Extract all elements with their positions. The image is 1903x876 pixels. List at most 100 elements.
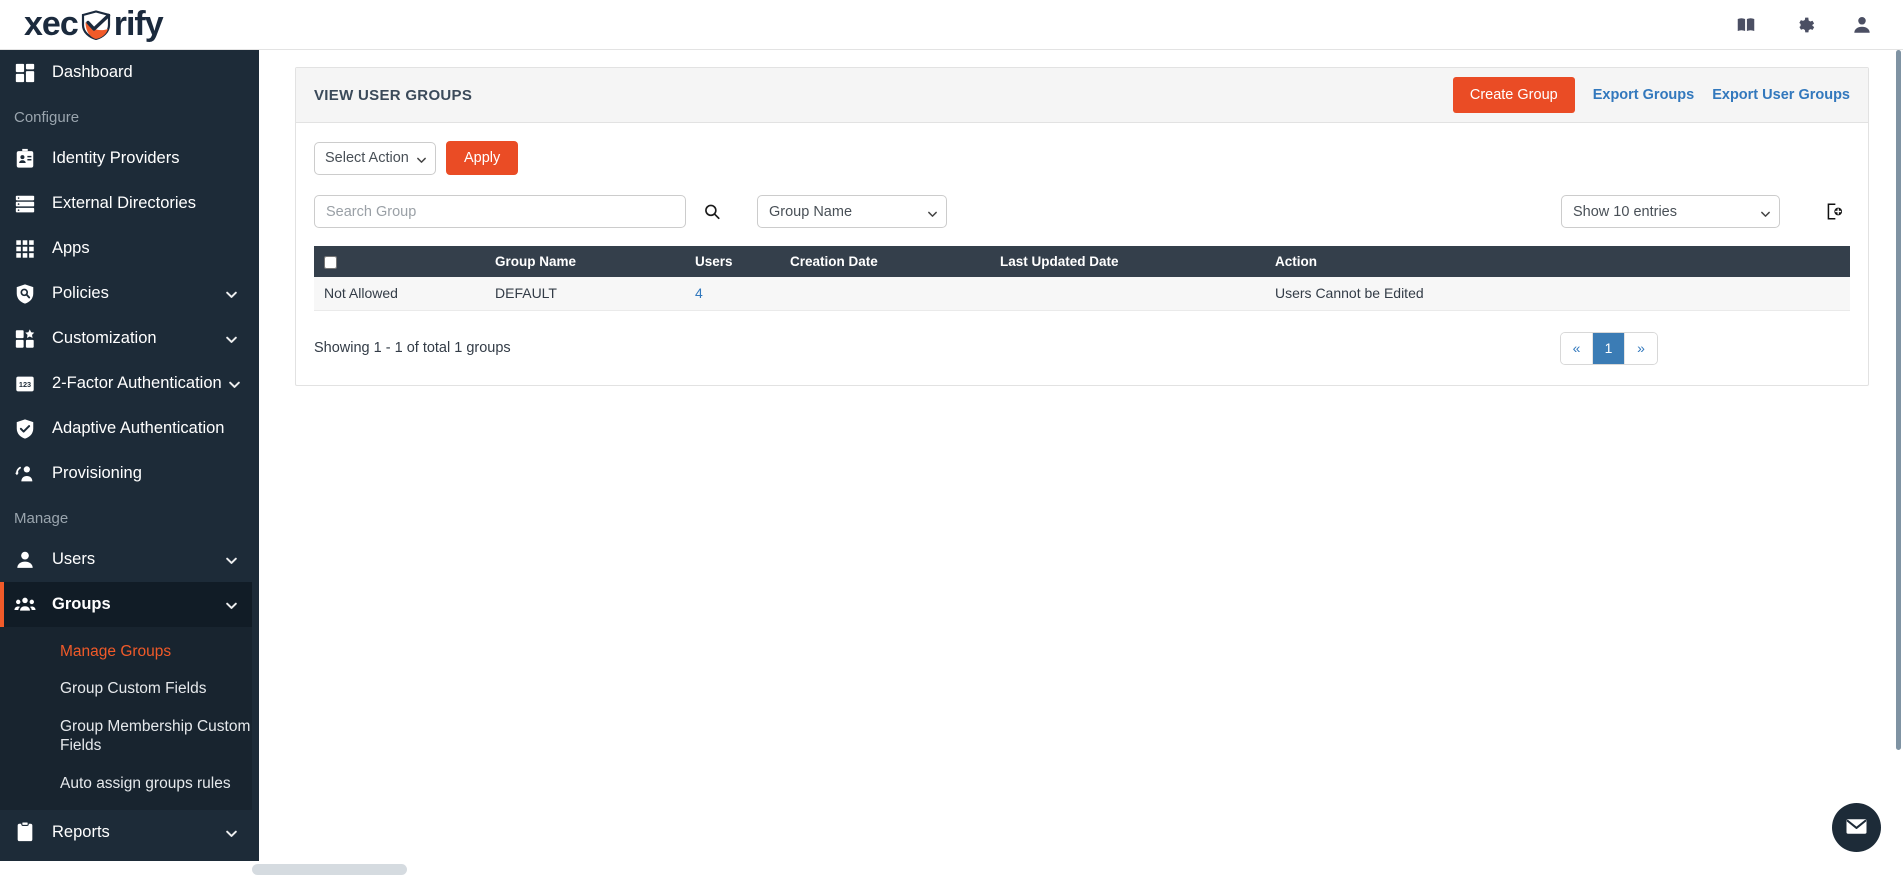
sidebar-item-external-directories[interactable]: External Directories [0, 181, 252, 226]
card-header: VIEW USER GROUPS Create Group Export Gro… [296, 68, 1868, 123]
header-last-updated-date[interactable]: Last Updated Date [994, 246, 1269, 277]
sidebar-item-policies[interactable]: Policies [0, 271, 252, 316]
sidebar-subitem-group-membership-custom-fields[interactable]: Group Membership Custom Fields [0, 708, 252, 765]
dashboard-icon [14, 62, 36, 84]
brand-logo[interactable]: xec rify [24, 5, 164, 44]
showing-entries-text: Showing 1 - 1 of total 1 groups [314, 340, 511, 356]
shield-check-icon [79, 9, 113, 40]
sidebar-item-provisioning[interactable]: Provisioning [0, 451, 252, 496]
shield-check-icon [14, 418, 36, 440]
provisioning-icon [14, 463, 36, 485]
policy-shield-icon [14, 283, 36, 305]
sidebar-item-identity-providers[interactable]: Identity Providers [0, 136, 252, 181]
search-input[interactable] [314, 195, 686, 228]
row-users-link[interactable]: 4 [695, 285, 703, 301]
sidebar-item-customization[interactable]: Customization [0, 316, 252, 361]
row-select-state: Not Allowed [314, 277, 489, 311]
row-users-cell: 4 [689, 277, 784, 311]
select-action-wrapper: Select Action [314, 141, 436, 175]
sidebar-item-adaptive-authentication[interactable]: Adaptive Authentication [0, 406, 252, 451]
sidebar-item-apps[interactable]: Apps [0, 226, 252, 271]
sidebar-subitem-auto-assign-groups-rules[interactable]: Auto assign groups rules [0, 765, 252, 802]
row-group-name: DEFAULT [489, 277, 689, 311]
chevron-down-icon [228, 377, 241, 390]
chevron-down-icon [225, 332, 238, 345]
apply-button[interactable]: Apply [446, 141, 519, 175]
sidebar-item-2factor-authentication[interactable]: 123 2-Factor Authentication [0, 361, 252, 406]
filter-toolbar: Group Name Show 10 entries [314, 195, 1850, 228]
sidebar-item-label: Identity Providers [52, 149, 180, 167]
sidebar-item-label: Dashboard [52, 63, 133, 81]
sidebar-item-dashboard[interactable]: Dashboard [0, 50, 252, 95]
gear-icon[interactable] [1793, 14, 1815, 36]
sidebar-item-label: Users [52, 550, 96, 568]
sidebar-item-groups[interactable]: Groups [0, 582, 252, 627]
sidebar-subitem-group-custom-fields[interactable]: Group Custom Fields [0, 670, 252, 707]
chevron-down-icon [225, 598, 238, 611]
header-group-name[interactable]: Group Name [489, 246, 689, 277]
chevron-down-icon [225, 287, 238, 300]
select-all-checkbox[interactable] [324, 255, 337, 269]
sidebar-item-label: External Directories [52, 194, 196, 212]
directory-list-icon [14, 193, 36, 215]
pagination-page-1[interactable]: 1 [1593, 332, 1625, 364]
chevron-down-icon [225, 553, 238, 566]
pagination: « 1 » [1560, 331, 1658, 365]
sidebar-item-reports[interactable]: Reports [0, 810, 252, 855]
numeric-123-icon: 123 [14, 373, 36, 395]
profile-icon[interactable] [1851, 14, 1873, 36]
sidebar-scrollbar[interactable] [1896, 50, 1901, 750]
id-badge-icon [14, 148, 36, 170]
header-action[interactable]: Action [1269, 246, 1850, 277]
sidebar-item-label: Policies [52, 284, 109, 302]
brand-name-part1: xec [24, 5, 79, 43]
card-body: Select Action Apply Group Name [296, 123, 1868, 385]
apps-grid-icon [14, 238, 36, 260]
envelope-icon [1844, 814, 1869, 842]
header-users[interactable]: Users [689, 246, 784, 277]
header-creation-date[interactable]: Creation Date [784, 246, 994, 277]
show-entries-dropdown[interactable]: Show 10 entries [1561, 195, 1780, 228]
group-users-icon [14, 594, 36, 616]
sidebar-item-label: Provisioning [52, 464, 142, 482]
sidebar-item-users[interactable]: Users [0, 537, 252, 582]
sidebar-section-manage: Manage [14, 510, 69, 527]
show-entries-wrapper: Show 10 entries [1561, 195, 1780, 228]
horizontal-scrollbar-thumb[interactable] [252, 864, 407, 875]
brand-name-part2: rify [113, 5, 164, 43]
action-toolbar: Select Action Apply [314, 141, 1850, 175]
sidebar-item-label: Groups [52, 595, 111, 613]
sidebar-section-configure: Configure [14, 109, 80, 126]
page-title: VIEW USER GROUPS [314, 86, 473, 104]
select-all-header [314, 246, 489, 277]
row-action: Users Cannot be Edited [1269, 277, 1850, 311]
sidebar-item-label: Adaptive Authentication [52, 419, 225, 437]
support-chat-button[interactable] [1832, 803, 1881, 852]
sidebar: Dashboard Configure Identity Providers E… [0, 50, 259, 876]
svg-text:123: 123 [19, 380, 31, 389]
export-user-groups-link[interactable]: Export User Groups [1712, 87, 1850, 103]
top-bar-icons [1735, 14, 1873, 36]
create-group-button[interactable]: Create Group [1452, 77, 1575, 113]
table-header-row: Group Name Users Creation Date Last Upda… [314, 246, 1850, 277]
header-actions: Create Group Export Groups Export User G… [1452, 77, 1850, 113]
pagination-next[interactable]: » [1625, 332, 1657, 364]
search-icon[interactable] [697, 197, 727, 227]
add-column-icon[interactable] [1820, 197, 1850, 227]
horizontal-scrollbar[interactable] [0, 861, 1903, 876]
table-head: Group Name Users Creation Date Last Upda… [314, 246, 1850, 277]
group-name-dropdown[interactable]: Group Name [757, 195, 947, 228]
groups-submenu: Manage Groups Group Custom Fields Group … [0, 627, 252, 810]
clipboard-icon [14, 821, 36, 843]
row-creation-date [784, 277, 994, 311]
table-row: Not Allowed DEFAULT 4 Users Cannot be Ed… [314, 277, 1850, 311]
view-user-groups-card: VIEW USER GROUPS Create Group Export Gro… [295, 67, 1869, 386]
pagination-prev[interactable]: « [1561, 332, 1593, 364]
sidebar-subitem-manage-groups[interactable]: Manage Groups [0, 633, 252, 670]
main-content: VIEW USER GROUPS Create Group Export Gro… [259, 50, 1903, 876]
top-bar: xec rify [0, 0, 1903, 50]
documentation-icon[interactable] [1735, 14, 1757, 36]
export-groups-link[interactable]: Export Groups [1593, 87, 1695, 103]
sidebar-item-label: Reports [52, 822, 110, 841]
select-action-dropdown[interactable]: Select Action [314, 141, 436, 175]
